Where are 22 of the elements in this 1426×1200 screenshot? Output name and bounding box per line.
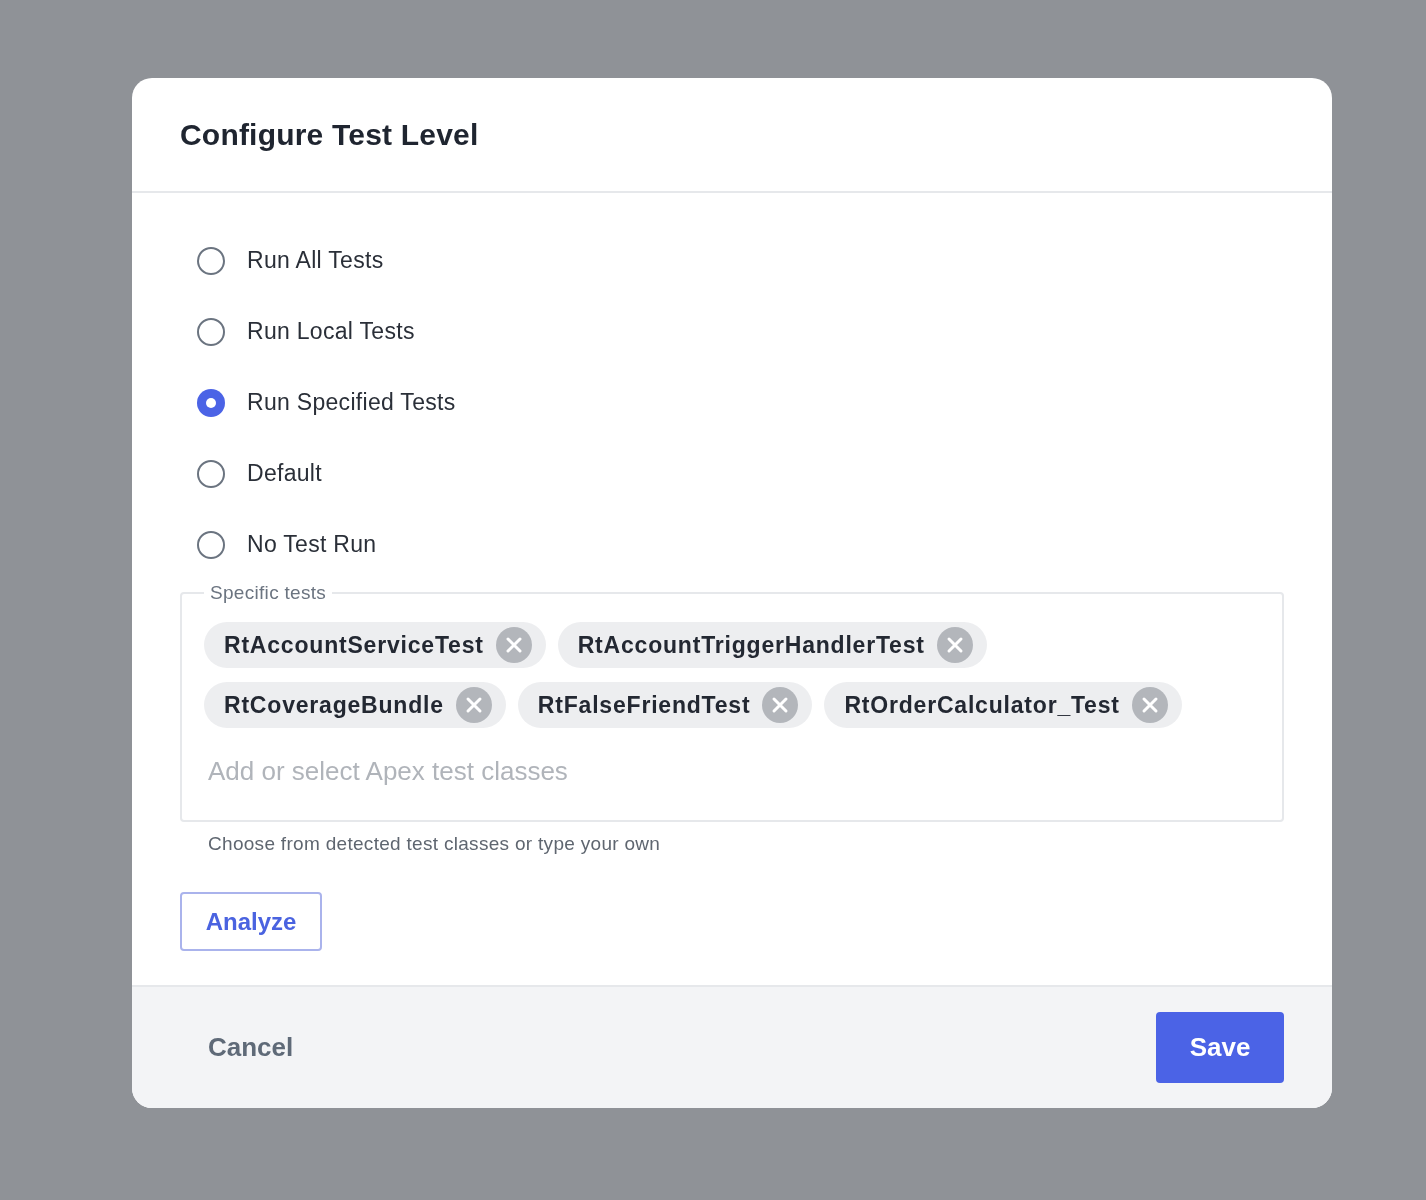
- save-button[interactable]: Save: [1156, 1012, 1284, 1083]
- helper-text: Choose from detected test classes or type your own: [208, 832, 661, 856]
- radio-button[interactable]: [197, 459, 225, 488]
- radio-button[interactable]: [197, 388, 225, 417]
- analyze-button[interactable]: Analyze: [180, 892, 322, 951]
- option-label[interactable]: Default: [247, 460, 322, 487]
- radio-button[interactable]: [197, 530, 225, 559]
- option-label[interactable]: Run Specified Tests: [247, 389, 456, 416]
- test-chip: RtAccountTriggerHandlerTest: [557, 622, 987, 668]
- test-chip: RtFalseFriendTest: [517, 682, 813, 728]
- test-chip: RtOrderCalculator_Test: [824, 682, 1182, 728]
- option-label[interactable]: No Test Run: [247, 531, 377, 558]
- option-label[interactable]: Run All Tests: [247, 247, 384, 274]
- dialog-title: Configure Test Level: [180, 117, 479, 152]
- field-label: Specific tests: [209, 582, 328, 604]
- radio-button[interactable]: [197, 317, 225, 346]
- cancel-button[interactable]: Cancel: [180, 1018, 322, 1077]
- input-field[interactable]: Add or select Apex test classes: [204, 749, 812, 793]
- radio-button[interactable]: [197, 246, 225, 275]
- option-label[interactable]: Run Local Tests: [247, 318, 415, 345]
- test-chip: RtAccountServiceTest: [204, 622, 546, 668]
- test-chip: RtCoverageBundle: [204, 682, 506, 728]
